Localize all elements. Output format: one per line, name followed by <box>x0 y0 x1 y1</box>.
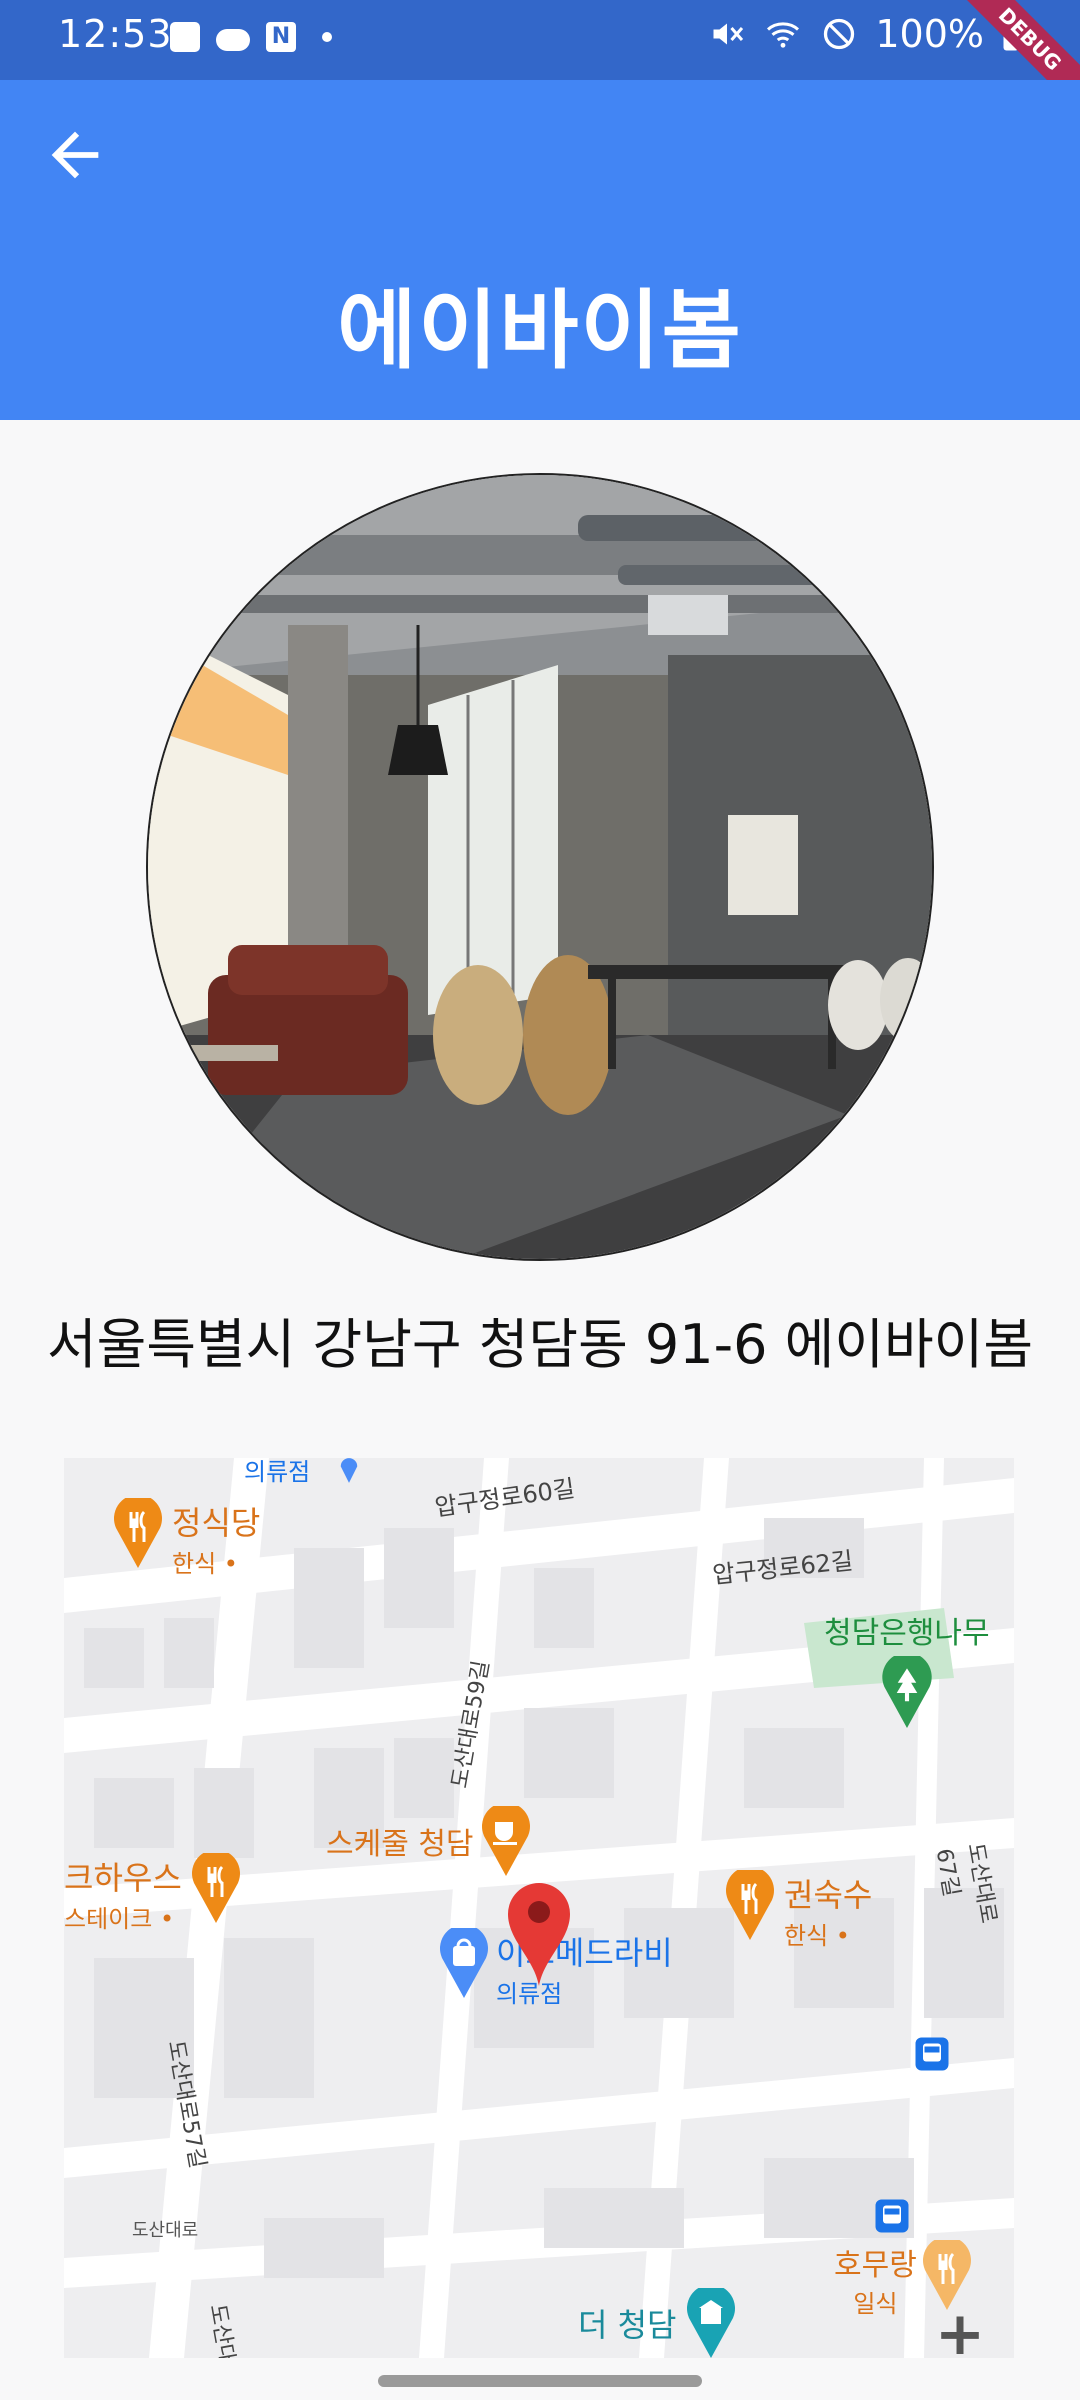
poi-schedule-cheongdam[interactable]: 스케줄 청담 <box>326 1806 532 1876</box>
mute-icon <box>713 23 744 45</box>
map-view[interactable]: 압구정로60길 압구정로62길 도산대로59길 도산대로67길 도산대로57길 … <box>64 1458 1014 2358</box>
dot-icon <box>322 32 332 42</box>
status-time: 12:53 <box>58 12 173 56</box>
poi-cheongdam-ginkgo[interactable]: 청담은행나무 <box>824 1608 990 1732</box>
status-bar: 12:53 N 100% DEBUG <box>0 0 1080 129</box>
naver-icon: N <box>266 22 296 52</box>
shopping-icon <box>341 1458 358 1483</box>
gallery-icon <box>170 22 200 52</box>
battery-level: 100% <box>875 12 984 56</box>
street-label: 도산대로 <box>132 2220 199 2241</box>
blocked-icon <box>824 18 855 50</box>
poi-label: 의류점 <box>244 1458 311 1486</box>
zoom-in-label: + <box>934 2299 986 2358</box>
poi-category: 일식 <box>853 2290 898 2318</box>
page-title: 에이바이봄 <box>337 281 743 381</box>
zoom-in-button[interactable]: + <box>930 2304 990 2358</box>
status-notification-icons: N <box>170 22 332 52</box>
poi-label: 권숙수 <box>784 1876 873 1914</box>
cafe-icon <box>481 1806 530 1876</box>
poi-label: 스케줄 청담 <box>326 1827 474 1862</box>
bus-stop-icon[interactable] <box>874 2198 910 2234</box>
park-icon <box>882 1652 932 1728</box>
cloud-icon <box>216 29 250 51</box>
arrow-back-icon <box>51 131 99 179</box>
poi-label: 정식당 <box>172 1504 261 1542</box>
restaurant-icon <box>191 1853 240 1923</box>
bus-stop-icon[interactable] <box>914 2036 950 2072</box>
poi-gwonsuksu[interactable]: 권숙수 한식 • <box>724 1870 872 1951</box>
app-bar: 에이바이봄 <box>0 80 1080 420</box>
restaurant-icon <box>726 1870 774 1940</box>
wifi-icon <box>767 22 800 48</box>
poi-jeongsikdang[interactable]: 정식당 한식 • <box>112 1498 260 1579</box>
gesture-nav-bar[interactable] <box>378 2375 702 2387</box>
attraction-icon <box>686 2288 735 2358</box>
poi-label: 청담은행나무 <box>824 1616 990 1651</box>
restaurant-icon <box>114 1498 162 1568</box>
shopping-icon <box>440 1928 488 1998</box>
place-address: 서울특별시 강남구 청담동 91-6 에이바이봄 <box>46 1313 1034 1376</box>
poi-clothing-top[interactable]: 의류점 <box>244 1458 360 1487</box>
poi-category: 스테이크 • <box>64 1905 175 1933</box>
poi-the-cheongdam[interactable]: 더 청담 <box>578 2288 737 2358</box>
poi-label: 더 청담 <box>578 2306 677 2344</box>
interior-image <box>148 475 932 1259</box>
map-pin-icon[interactable] <box>504 1878 574 1988</box>
status-system-icons: 100% <box>709 12 1020 56</box>
poi-keuhouse[interactable]: 크하우스 스테이크 • <box>64 1853 242 1934</box>
poi-label: 호무랑 <box>834 2248 917 2283</box>
poi-label: 크하우스 <box>64 1859 182 1897</box>
poi-category: 한식 • <box>172 1550 238 1578</box>
poi-category: 한식 • <box>784 1922 850 1950</box>
place-photo <box>146 473 934 1261</box>
back-button[interactable] <box>40 120 110 190</box>
